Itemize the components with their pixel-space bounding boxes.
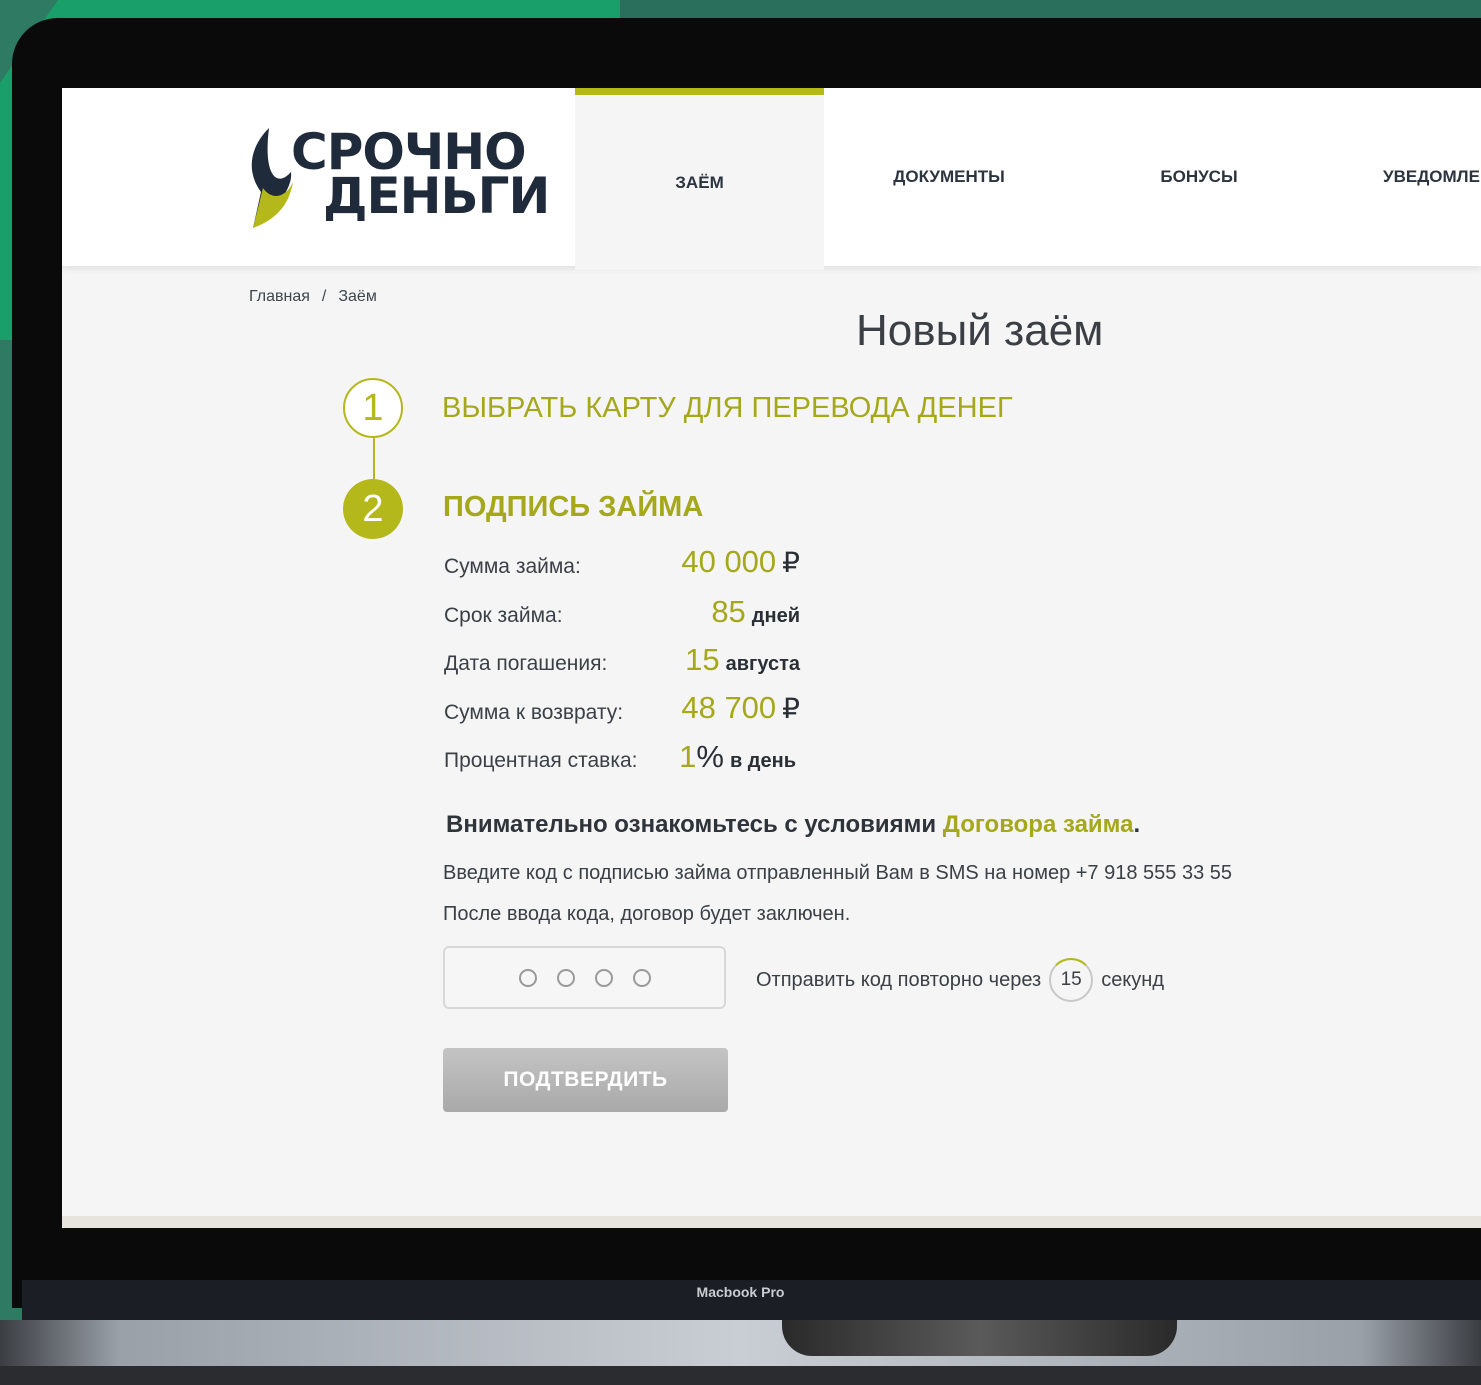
screen-footer-strip (62, 1216, 1481, 1228)
loan-term-label: Срок займа: (444, 604, 563, 627)
loan-amount-value: 40 000 ₽ (681, 544, 800, 579)
laptop-notch (782, 1320, 1177, 1356)
confirm-button[interactable]: ПОДТВЕРДИТЬ (443, 1048, 728, 1112)
logo-arrow-icon (251, 128, 293, 228)
resend-unit: секунд (1101, 968, 1164, 991)
nav-item-loan[interactable]: ЗАЁМ (575, 88, 824, 270)
logo-text-line2: ДЕНЬГИ (323, 167, 550, 225)
main-nav: ЗАЁМ ДОКУМЕНТЫ БОНУСЫ УВЕДОМЛЕ (575, 88, 1481, 270)
laptop-base-bottom (0, 1366, 1481, 1385)
resend-text: Отправить код повторно через (756, 968, 1042, 991)
contract-instruction: После ввода кода, договор будет заключен… (443, 903, 851, 925)
repayment-label: Сумма к возврату: (444, 701, 624, 724)
sms-instruction: Введите код с подписью займа отправленны… (443, 862, 1233, 884)
sms-code-input[interactable] (443, 946, 726, 1009)
laptop-base (0, 1320, 1481, 1370)
due-date-value: 15 августа (685, 642, 800, 677)
step-2-indicator: 2 (343, 479, 403, 539)
contract-notice: Внимательно ознакомьтесь с условиями Дог… (446, 811, 1141, 838)
resend-code-countdown: Отправить код повторно через 15 секунд (756, 958, 1164, 1002)
breadcrumb-current: Заём (338, 288, 377, 305)
breadcrumb-separator: / (321, 288, 327, 305)
nav-item-notifications[interactable]: УВЕДОМЛЕ (1324, 88, 1481, 266)
code-digit-placeholder (556, 968, 575, 987)
rate-label: Процентная ставка: (444, 749, 638, 772)
nav-item-bonuses[interactable]: БОНУСЫ (1074, 88, 1324, 266)
code-digit-placeholder (632, 968, 651, 987)
loan-term-value: 85 дней (711, 594, 800, 629)
code-digit-placeholder (594, 968, 613, 987)
rate-value: 1% в день (679, 739, 796, 774)
browser-screen: СРОЧНО ДЕНЬГИ ЗАЁМ ДОКУМЕНТЫ БОНУСЫ УВЕД… (62, 88, 1481, 1228)
due-date-label: Дата погашения: (444, 652, 608, 675)
repayment-value: 48 700 ₽ (681, 690, 800, 725)
breadcrumb-home-link[interactable]: Главная (249, 288, 310, 306)
nav-item-documents[interactable]: ДОКУМЕНТЫ (824, 88, 1074, 266)
countdown-timer: 15 (1049, 958, 1094, 1002)
step-1-indicator[interactable]: 1 (343, 378, 403, 438)
site-logo[interactable]: СРОЧНО ДЕНЬГИ (247, 124, 550, 234)
page-title: Новый заём (856, 306, 1104, 355)
breadcrumb: Главная / Заём (249, 288, 377, 306)
site-header: СРОЧНО ДЕНЬГИ ЗАЁМ ДОКУМЕНТЫ БОНУСЫ УВЕД… (62, 88, 1481, 270)
code-digit-placeholder (518, 968, 537, 987)
loan-amount-label: Сумма займа: (444, 555, 581, 578)
step-2-title: ПОДПИСЬ ЗАЙМА (443, 491, 704, 523)
device-label: Macbook Pro (696, 1284, 785, 1300)
contract-link[interactable]: Договора займа (943, 811, 1134, 838)
step-1-title[interactable]: ВЫБРАТЬ КАРТУ ДЛЯ ПЕРЕВОДА ДЕНЕГ (442, 392, 1013, 425)
